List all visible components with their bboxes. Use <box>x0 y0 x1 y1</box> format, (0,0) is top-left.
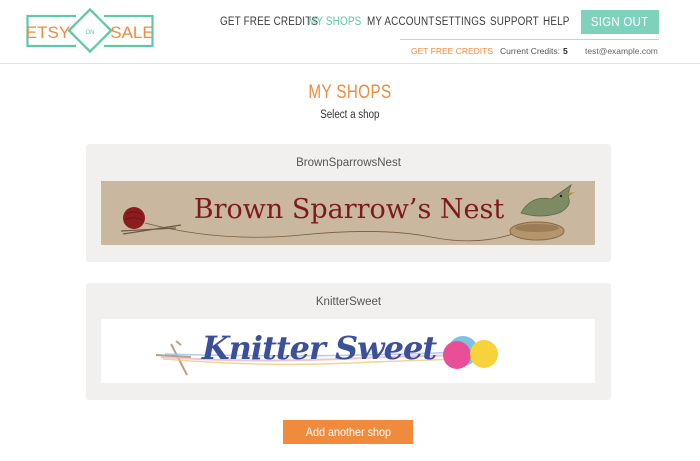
banner-title-text: Brown Sparrow’s Nest <box>194 194 505 225</box>
page-title: MY SHOPS <box>0 82 700 104</box>
nav-my-account[interactable]: MY ACCOUNT <box>367 16 434 28</box>
nav-help[interactable]: HELP <box>543 16 570 28</box>
credits-label: Current Credits: <box>500 46 560 56</box>
add-another-shop-button[interactable]: Add another shop <box>283 420 413 444</box>
user-email: test@example.com <box>585 46 658 56</box>
shop-banner-image[interactable]: Brown Sparrow’s Nest <box>101 181 595 245</box>
shop-card-knittersweet[interactable]: KnitterSweet Knitter Sweet <box>86 283 611 400</box>
nav-my-shops[interactable]: MY SHOPS <box>308 16 361 28</box>
shop-name: KnitterSweet <box>315 296 382 308</box>
nav-support[interactable]: SUPPORT <box>490 16 539 28</box>
subnav-get-free-credits-link[interactable]: GET FREE CREDITS <box>411 46 493 56</box>
page-subtitle-text: Select a shop <box>320 109 380 121</box>
shop-name: BrownSparrowsNest <box>296 157 401 169</box>
header-divider <box>0 63 700 64</box>
sign-out-label: SIGN OUT <box>591 14 649 29</box>
current-credits: Current Credits: 5 <box>500 46 568 56</box>
page-subtitle: Select a shop <box>0 109 700 121</box>
logo-sale-text: SALE <box>110 23 153 42</box>
subnav-divider <box>400 39 659 40</box>
shop-banner-image[interactable]: Knitter Sweet <box>101 319 595 383</box>
add-shop-label: Add another shop <box>305 425 391 439</box>
page-title-text: MY SHOPS <box>308 82 392 103</box>
etsy-on-sale-logo[interactable]: ETSY ON SALE <box>26 7 154 54</box>
banner-title-text: Knitter Sweet <box>201 329 438 367</box>
logo-etsy-text: ETSY <box>26 23 70 42</box>
shop-card-brownsparrowsnest[interactable]: BrownSparrowsNest Brown Sparrow’s Nest <box>86 144 611 262</box>
nav-settings[interactable]: SETTINGS <box>435 16 486 28</box>
credits-value: 5 <box>563 46 568 56</box>
logo-on-text: ON <box>86 30 95 36</box>
sign-out-button[interactable]: SIGN OUT <box>581 10 659 34</box>
nav-get-free-credits[interactable]: GET FREE CREDITS <box>220 16 318 28</box>
